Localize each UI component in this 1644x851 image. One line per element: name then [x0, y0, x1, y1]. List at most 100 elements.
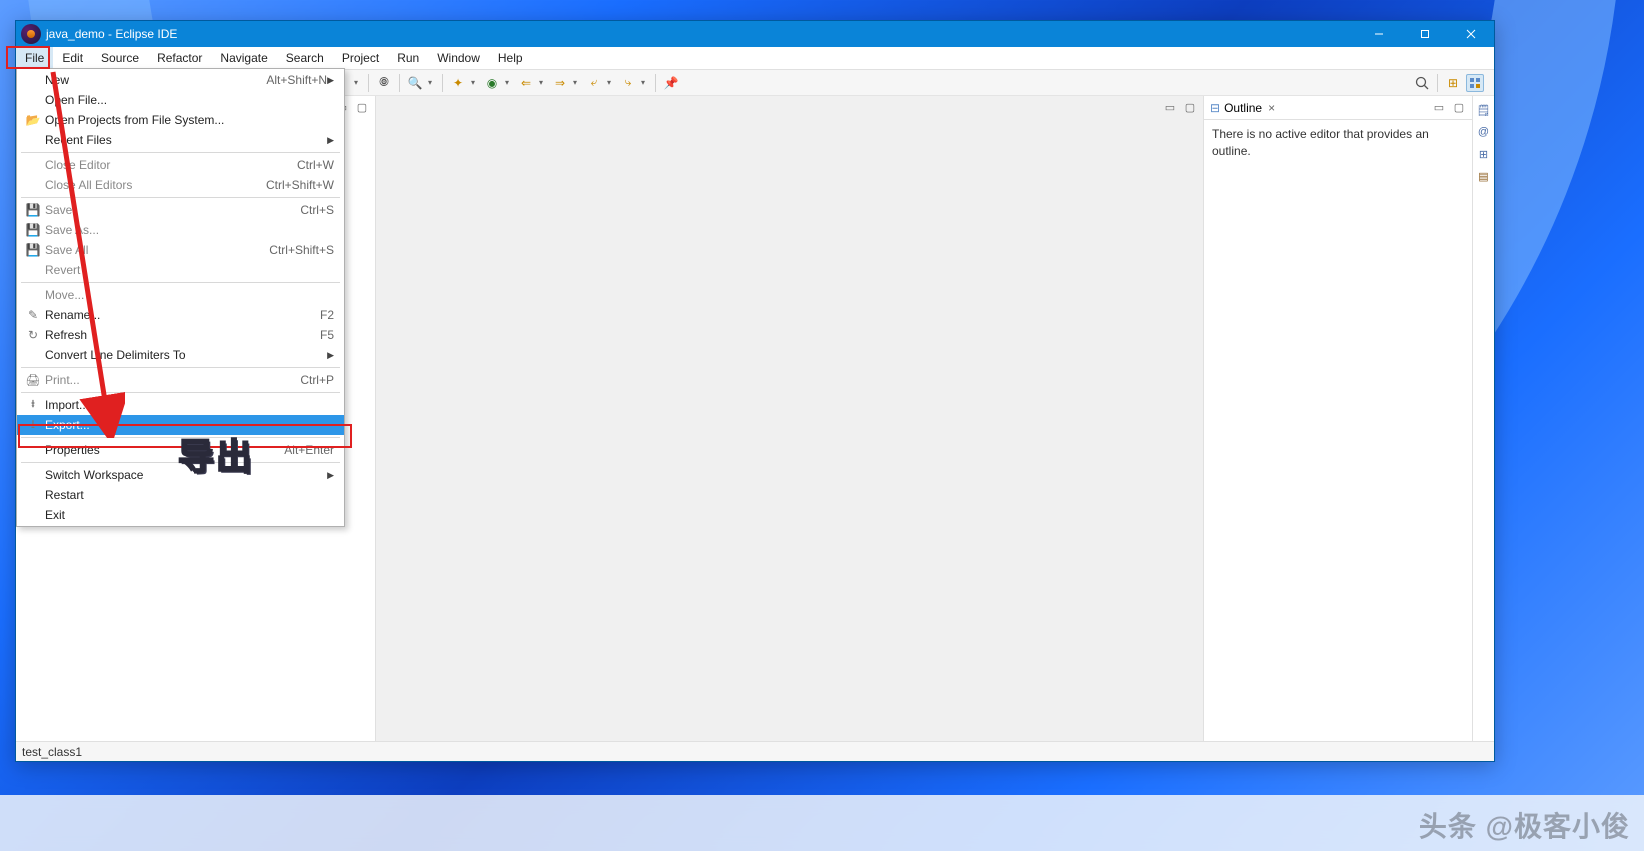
toolbar-separator — [399, 74, 400, 92]
menu-project[interactable]: Project — [333, 47, 388, 69]
menu-label: Open Projects from File System... — [45, 113, 334, 127]
menu-label: Export... — [45, 418, 334, 432]
toolbar-drop-icon[interactable]: ▾ — [573, 78, 581, 87]
save-icon: 💾 — [21, 203, 45, 217]
menu-edit[interactable]: Edit — [53, 47, 92, 69]
task-list-icon[interactable]: 🗒 — [1476, 102, 1492, 118]
menu-shortcut: F5 — [320, 328, 334, 342]
new-java-icon[interactable]: ✦ — [449, 74, 467, 92]
menu-label: Switch Workspace — [45, 468, 327, 482]
maximize-view-icon[interactable]: ▢ — [355, 100, 369, 114]
menu-separator — [21, 152, 340, 153]
menu-item-exit[interactable]: Exit — [17, 505, 344, 525]
menu-item-convert-line-delimiters-to[interactable]: Convert Line Delimiters To▶ — [17, 345, 344, 365]
menu-label: Revert — [45, 263, 334, 277]
eclipse-window: java_demo - Eclipse IDE File Edit Source… — [15, 20, 1495, 762]
menu-item-import[interactable]: ⭽Import... — [17, 395, 344, 415]
eclipse-icon — [21, 24, 41, 44]
toolbar-drop-icon[interactable]: ▾ — [607, 78, 615, 87]
menu-label: Exit — [45, 508, 334, 522]
toolbar-drop-icon[interactable]: ▾ — [539, 78, 547, 87]
new-class-icon[interactable]: ◉ — [483, 74, 501, 92]
menu-label: Recent Files — [45, 133, 327, 147]
toolbar-drop-icon[interactable]: ▾ — [505, 78, 513, 87]
nav-fwd-icon[interactable]: ⇒ — [551, 74, 569, 92]
refresh-icon: ↻ — [21, 328, 45, 342]
print-icon: 🖨 — [21, 373, 45, 387]
submenu-arrow-icon: ▶ — [327, 350, 334, 361]
menu-refactor[interactable]: Refactor — [148, 47, 211, 69]
minimize-outline-icon[interactable]: ▭ — [1432, 100, 1446, 114]
menu-navigate[interactable]: Navigate — [211, 47, 276, 69]
menu-label: Restart — [45, 488, 334, 502]
import-icon: ⭽ — [21, 395, 45, 416]
marker-list-icon[interactable]: ⊞ — [1476, 146, 1492, 162]
export-icon: ⭳ — [21, 415, 45, 436]
maximize-button[interactable] — [1402, 21, 1448, 47]
menu-item-restart[interactable]: Restart — [17, 485, 344, 505]
status-text: test_class1 — [22, 745, 82, 759]
perspective-open-icon[interactable]: ⊞ — [1444, 74, 1462, 92]
menu-run[interactable]: Run — [388, 47, 428, 69]
file-dropdown-menu: NewAlt+Shift+N▶Open File...📂Open Project… — [16, 68, 345, 527]
close-button[interactable] — [1448, 21, 1494, 47]
toolbar-drop-icon[interactable]: ▾ — [428, 78, 436, 87]
menu-item-print: 🖨Print...Ctrl+P — [17, 370, 344, 390]
maximize-outline-icon[interactable]: ▢ — [1452, 100, 1466, 114]
menu-item-rename[interactable]: ✎Rename...F2 — [17, 305, 344, 325]
toolbar-drop-icon[interactable]: ▾ — [354, 78, 362, 87]
minimize-button[interactable] — [1356, 21, 1402, 47]
bookmark-icon[interactable]: ▤ — [1476, 168, 1492, 184]
maximize-editor-icon[interactable]: ▢ — [1183, 100, 1197, 114]
pin-editor-icon[interactable]: 📌 — [662, 74, 680, 92]
toolbar-drop-icon[interactable]: ▾ — [471, 78, 479, 87]
menu-shortcut: F2 — [320, 308, 334, 322]
menu-window[interactable]: Window — [428, 47, 489, 69]
menu-source[interactable]: Source — [92, 47, 148, 69]
menu-item-refresh[interactable]: ↻RefreshF5 — [17, 325, 344, 345]
last-edit-icon[interactable]: ⤶ — [585, 74, 603, 92]
java-perspective-icon[interactable] — [1466, 74, 1484, 92]
menu-item-recent-files[interactable]: Recent Files▶ — [17, 130, 344, 150]
menu-item-switch-workspace[interactable]: Switch Workspace▶ — [17, 465, 344, 485]
at-icon[interactable]: @ — [1476, 124, 1492, 140]
minimize-editor-icon[interactable]: ▭ — [1163, 100, 1177, 114]
save-icon: 💾 — [21, 223, 45, 237]
menu-shortcut: Ctrl+Shift+W — [266, 178, 334, 192]
menu-separator — [21, 367, 340, 368]
titlebar[interactable]: java_demo - Eclipse IDE — [16, 21, 1494, 47]
menu-item-save-as: 💾Save As... — [17, 220, 344, 240]
menu-separator — [21, 282, 340, 283]
outline-message: There is no active editor that provides … — [1204, 120, 1472, 166]
menubar: File Edit Source Refactor Navigate Searc… — [16, 47, 1494, 70]
search-access-icon[interactable] — [1413, 74, 1431, 92]
menu-shortcut: Ctrl+S — [300, 203, 334, 217]
close-outline-icon[interactable]: × — [1268, 101, 1275, 115]
menu-item-new[interactable]: NewAlt+Shift+N▶ — [17, 70, 344, 90]
submenu-arrow-icon: ▶ — [327, 75, 334, 86]
menu-item-export[interactable]: ⭳Export... — [17, 415, 344, 435]
menu-file[interactable]: File — [16, 47, 53, 69]
menu-item-open-projects-from-file-system[interactable]: 📂Open Projects from File System... — [17, 110, 344, 130]
titlebar-text: java_demo - Eclipse IDE — [46, 27, 177, 41]
menu-help[interactable]: Help — [489, 47, 532, 69]
menu-item-open-file[interactable]: Open File... — [17, 90, 344, 110]
menu-separator — [21, 462, 340, 463]
rename-icon: ✎ — [21, 308, 45, 322]
menu-shortcut: Ctrl+W — [297, 158, 334, 172]
nav-back-icon[interactable]: ⇐ — [517, 74, 535, 92]
menu-search[interactable]: Search — [277, 47, 333, 69]
search-toolbar-icon[interactable]: 🔍 — [406, 74, 424, 92]
menu-item-properties[interactable]: PropertiesAlt+Enter — [17, 440, 344, 460]
submenu-arrow-icon: ▶ — [327, 135, 334, 146]
open-type-icon[interactable]: 🞋 — [375, 74, 393, 92]
toolbar-drop-icon[interactable]: ▾ — [641, 78, 649, 87]
outline-panel: ▭ ▢ ⊟ Outline × There is no active edito… — [1204, 96, 1472, 741]
menu-label: Rename... — [45, 308, 320, 322]
menu-shortcut: Alt+Shift+N — [266, 73, 327, 87]
next-edit-icon[interactable]: ⤷ — [619, 74, 637, 92]
menu-label: Print... — [45, 373, 300, 387]
menu-label: Close Editor — [45, 158, 297, 172]
outline-tab-label: Outline — [1224, 101, 1262, 115]
menu-label: Properties — [45, 443, 284, 457]
